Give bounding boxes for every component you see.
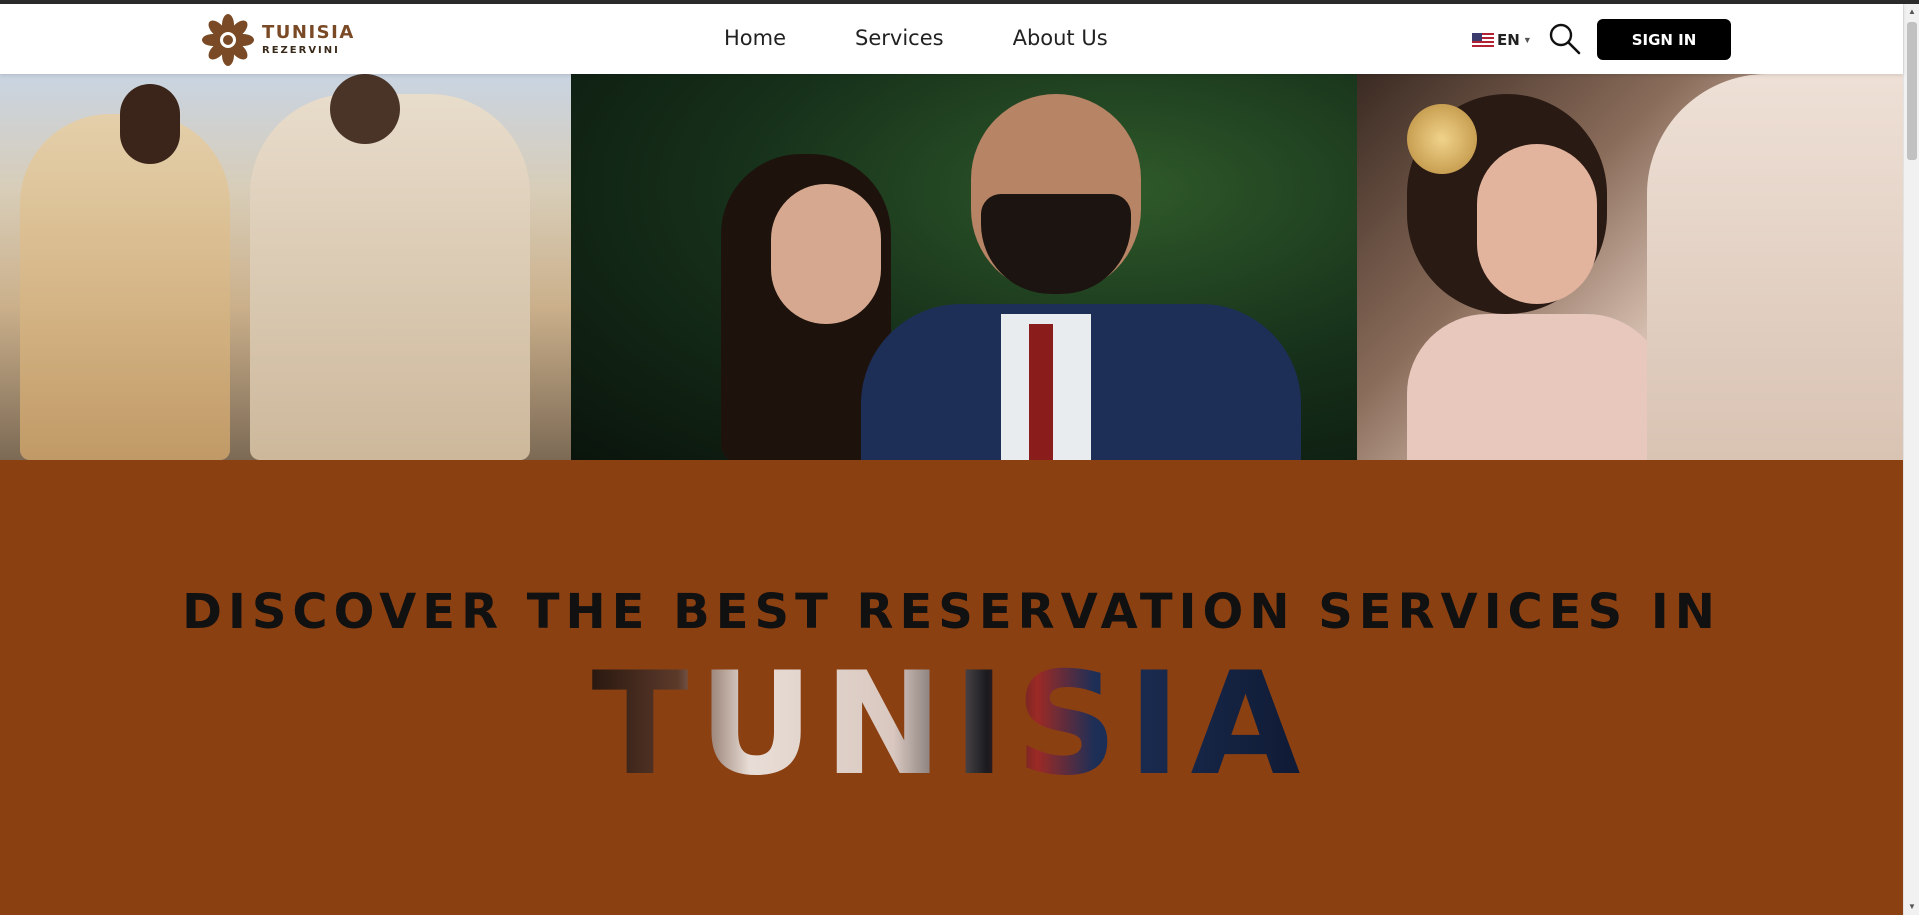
search-icon (1549, 23, 1581, 55)
scroll-up-arrow-icon[interactable]: ▲ (1904, 4, 1919, 20)
nav-about-us[interactable]: About Us (1013, 26, 1108, 50)
hero-photo-strip (0, 74, 1903, 460)
logo-title: TUNISIA (262, 22, 355, 43)
site-header: TUNISIA REZERVINI Home Services About Us… (0, 4, 1903, 74)
scrollbar-thumb[interactable] (1907, 22, 1917, 160)
scroll-down-arrow-icon[interactable]: ▼ (1904, 899, 1919, 915)
search-button[interactable] (1548, 22, 1582, 56)
main-nav: Home Services About Us (724, 26, 1108, 50)
flower-logo-icon (202, 14, 254, 66)
caret-down-icon: ▼ (1522, 35, 1532, 45)
couple-suit-photo (571, 74, 1357, 460)
logo-subtitle: REZERVINI (262, 45, 340, 56)
nav-home[interactable]: Home (724, 26, 786, 50)
page-scrollbar[interactable]: ▲ ▼ (1903, 4, 1919, 915)
promo-big-word: TUNISIA (592, 655, 1311, 785)
site-logo[interactable]: TUNISIA REZERVINI (200, 12, 355, 68)
us-flag-icon (1472, 33, 1494, 47)
big-word-text: TUNISIA (592, 655, 1311, 785)
couple-traditional-dress-photo (0, 74, 571, 460)
nav-services[interactable]: Services (855, 26, 944, 50)
language-selector[interactable]: EN ▼ (1472, 31, 1532, 49)
promo-headline: DISCOVER THE BEST RESERVATION SERVICES I… (182, 584, 1721, 640)
promo-section: DISCOVER THE BEST RESERVATION SERVICES I… (0, 460, 1903, 915)
couple-embrace-photo (1357, 74, 1903, 460)
language-code: EN (1497, 31, 1520, 49)
sign-in-button[interactable]: SIGN IN (1597, 19, 1731, 60)
